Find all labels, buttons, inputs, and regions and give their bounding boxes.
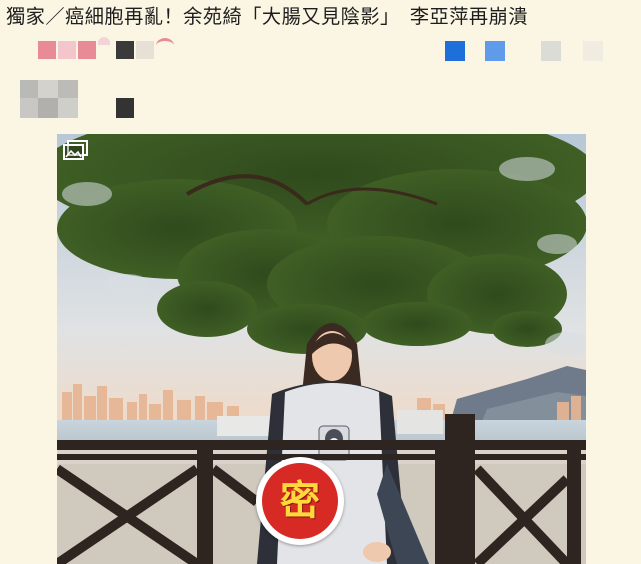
article-headline: 獨家／癌細胞再亂！余苑綺「大腸又見陰影」 李亞萍再崩潰 bbox=[6, 5, 528, 28]
censored-block bbox=[58, 98, 78, 118]
stamp-disc: 密 bbox=[262, 463, 338, 539]
censored-block bbox=[20, 80, 38, 98]
censored-block bbox=[445, 41, 465, 61]
censored-block bbox=[38, 98, 58, 118]
censored-block bbox=[116, 98, 134, 118]
censored-block bbox=[136, 41, 154, 59]
censored-block bbox=[20, 98, 38, 118]
stamp-label: 密 bbox=[280, 478, 320, 524]
censored-block bbox=[485, 41, 505, 61]
censored-block bbox=[583, 41, 603, 61]
gallery-icon[interactable] bbox=[63, 139, 89, 161]
censored-block bbox=[58, 41, 76, 59]
censored-block bbox=[78, 41, 96, 59]
censored-block bbox=[116, 41, 134, 59]
censored-block bbox=[98, 37, 110, 45]
censored-block bbox=[38, 41, 56, 59]
article-photo[interactable]: 密 bbox=[57, 134, 586, 564]
censored-block bbox=[38, 80, 58, 98]
censored-author-row bbox=[0, 74, 641, 126]
censored-block bbox=[58, 80, 78, 98]
secret-seal-icon: 密 bbox=[256, 457, 344, 545]
censored-block bbox=[156, 38, 174, 53]
censored-block bbox=[541, 41, 561, 61]
censored-meta-row bbox=[0, 32, 641, 66]
